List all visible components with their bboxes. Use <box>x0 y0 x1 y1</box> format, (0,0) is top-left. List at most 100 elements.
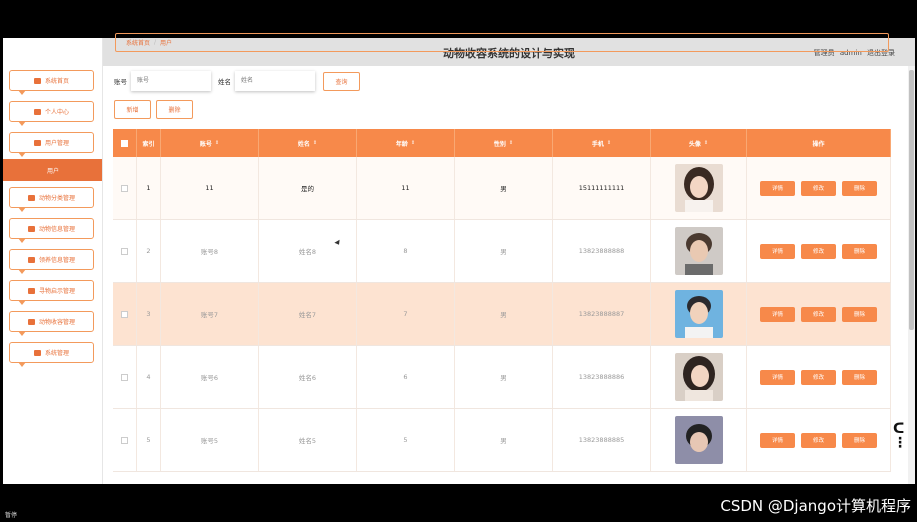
cell-name: 姓名7 <box>259 283 357 345</box>
row-ops: 详情 修改 删除 <box>747 157 891 219</box>
sidebar-item-system[interactable]: 系统管理 <box>9 342 94 367</box>
breadcrumb: 系统首页 / 用户 <box>115 33 889 52</box>
sort-icon: ⇕ <box>703 140 709 146</box>
header-avatar[interactable]: 头像 ⇕ <box>651 129 747 157</box>
row-ops: 详情 修改 删除 <box>747 283 891 345</box>
delete-button[interactable]: 删除 <box>842 180 877 196</box>
account-label: 账号 <box>114 78 127 86</box>
detail-button[interactable]: 详情 <box>760 369 795 385</box>
table-row[interactable]: 1 11 是的 11 男 15111111111 详情 修改 删除 <box>113 157 891 220</box>
watermark: CSDN @Django计算机程序 <box>720 497 911 515</box>
sidebar-menu: 系统首页 个人中心 用户管理 用户 动物分类管理 动物信息管理 领养信息管理 寻… <box>3 70 103 373</box>
row-checkbox[interactable] <box>121 310 128 318</box>
query-button[interactable]: 查询 <box>323 71 360 91</box>
cell-index: 2 <box>137 220 161 282</box>
edit-button[interactable]: 修改 <box>801 432 836 448</box>
delete-button[interactable]: 删除 <box>842 432 877 448</box>
page-scrollbar[interactable] <box>908 66 915 484</box>
avatar[interactable] <box>674 353 723 401</box>
sidebar-item-animal-info[interactable]: 动物信息管理 <box>9 218 94 243</box>
breadcrumb-home[interactable]: 系统首页 <box>126 38 150 47</box>
table-row[interactable]: 2 账号8 姓名8 8 男 13823888888 详情 修改 删除 <box>113 220 891 283</box>
scrollbar-thumb[interactable] <box>909 70 914 330</box>
grid-icon <box>27 225 35 232</box>
search-bar: 账号 姓名 查询 <box>114 71 360 91</box>
cell-age: 8 <box>357 220 455 282</box>
edit-button[interactable]: 修改 <box>801 306 836 322</box>
cell-name: 姓名6 <box>259 346 357 408</box>
cell-account: 账号5 <box>161 409 259 471</box>
edit-button[interactable]: 修改 <box>801 243 836 259</box>
name-input[interactable] <box>235 71 315 91</box>
cell-phone: 13823888887 <box>553 283 651 345</box>
sidebar-item-profile[interactable]: 个人中心 <box>9 101 94 126</box>
edit-button[interactable]: 修改 <box>801 180 836 196</box>
cell-index: 1 <box>137 157 161 219</box>
header-account[interactable]: 账号 ⇕ <box>161 129 259 157</box>
cell-phone: 13823888885 <box>553 409 651 471</box>
sidebar-item-users[interactable]: 用户管理 <box>9 132 94 157</box>
sidebar-subitem-user[interactable]: 用户 <box>3 159 103 181</box>
sidebar-divider <box>102 38 103 484</box>
sidebar-item-animal-category[interactable]: 动物分类管理 <box>9 187 94 212</box>
detail-button[interactable]: 详情 <box>760 432 795 448</box>
detail-button[interactable]: 详情 <box>760 180 795 196</box>
detail-button[interactable]: 详情 <box>760 306 795 322</box>
video-icon <box>27 318 35 325</box>
category-icon <box>27 194 35 201</box>
header-phone[interactable]: 手机 ⇕ <box>553 129 651 157</box>
sort-icon: ⇕ <box>312 140 318 146</box>
breadcrumb-current: 用户 <box>160 40 173 47</box>
cell-account: 账号8 <box>161 220 259 282</box>
header-ops: 操作 <box>747 129 891 157</box>
row-checkbox[interactable] <box>121 184 128 192</box>
sidebar: 系统首页 个人中心 用户管理 用户 动物分类管理 动物信息管理 领养信息管理 寻… <box>3 38 103 484</box>
sidebar-item-shelter[interactable]: 动物收容管理 <box>9 311 94 336</box>
select-all-checkbox[interactable] <box>121 139 128 147</box>
header-age[interactable]: 年龄 ⇕ <box>357 129 455 157</box>
sort-icon: ⇕ <box>410 140 416 146</box>
cell-sex: 男 <box>455 346 553 408</box>
batch-delete-button[interactable]: 删除 <box>156 100 193 119</box>
select-all-cell <box>113 129 137 157</box>
cell-index: 5 <box>137 409 161 471</box>
breadcrumb-separator: / <box>154 39 157 46</box>
avatar[interactable] <box>674 416 723 464</box>
sidebar-item-lost-found[interactable]: 寻物启示管理 <box>9 280 94 305</box>
user-table: 索引 账号 ⇕ 姓名 ⇕ 年龄 ⇕ 性别 ⇕ 手机 ⇕ 头像 ⇕ 操作 1 11 是的 11… <box>113 129 891 472</box>
home-icon <box>33 77 41 84</box>
cell-name: 姓名5 <box>259 409 357 471</box>
table-row[interactable]: 3 账号7 姓名7 7 男 13823888887 详情 修改 删除 <box>113 283 891 346</box>
cell-age: 5 <box>357 409 455 471</box>
delete-button[interactable]: 删除 <box>842 306 877 322</box>
detail-button[interactable]: 详情 <box>760 243 795 259</box>
account-input[interactable] <box>131 71 211 91</box>
row-checkbox[interactable] <box>121 373 128 381</box>
sidebar-item-adoption[interactable]: 领养信息管理 <box>9 249 94 274</box>
cell-sex: 男 <box>455 220 553 282</box>
sidebar-item-home[interactable]: 系统首页 <box>9 70 94 95</box>
cell-age: 7 <box>357 283 455 345</box>
delete-button[interactable]: 删除 <box>842 369 877 385</box>
cell-phone: 13823888888 <box>553 220 651 282</box>
row-checkbox[interactable] <box>121 247 128 255</box>
settings-icon <box>33 349 41 356</box>
header-name[interactable]: 姓名 ⇕ <box>259 129 357 157</box>
avatar[interactable] <box>674 164 723 212</box>
edit-button[interactable]: 修改 <box>801 369 836 385</box>
cell-name: 姓名8 <box>259 220 357 282</box>
row-checkbox[interactable] <box>121 436 128 444</box>
cell-index: 3 <box>137 283 161 345</box>
avatar[interactable] <box>674 227 723 275</box>
table-row[interactable]: 4 账号6 姓名6 6 男 13823888886 详情 修改 删除 <box>113 346 891 409</box>
cell-account: 11 <box>161 157 259 219</box>
row-ops: 详情 修改 删除 <box>747 409 891 471</box>
delete-button[interactable]: 删除 <box>842 243 877 259</box>
header-sex[interactable]: 性别 ⇕ <box>455 129 553 157</box>
avatar[interactable] <box>674 290 723 338</box>
table-row[interactable]: 5 账号5 姓名5 5 男 13823888885 详情 修改 删除 <box>113 409 891 472</box>
add-button[interactable]: 新增 <box>114 100 151 119</box>
player-status: 暂停 <box>5 512 18 519</box>
cell-sex: 男 <box>455 409 553 471</box>
row-ops: 详情 修改 删除 <box>747 346 891 408</box>
